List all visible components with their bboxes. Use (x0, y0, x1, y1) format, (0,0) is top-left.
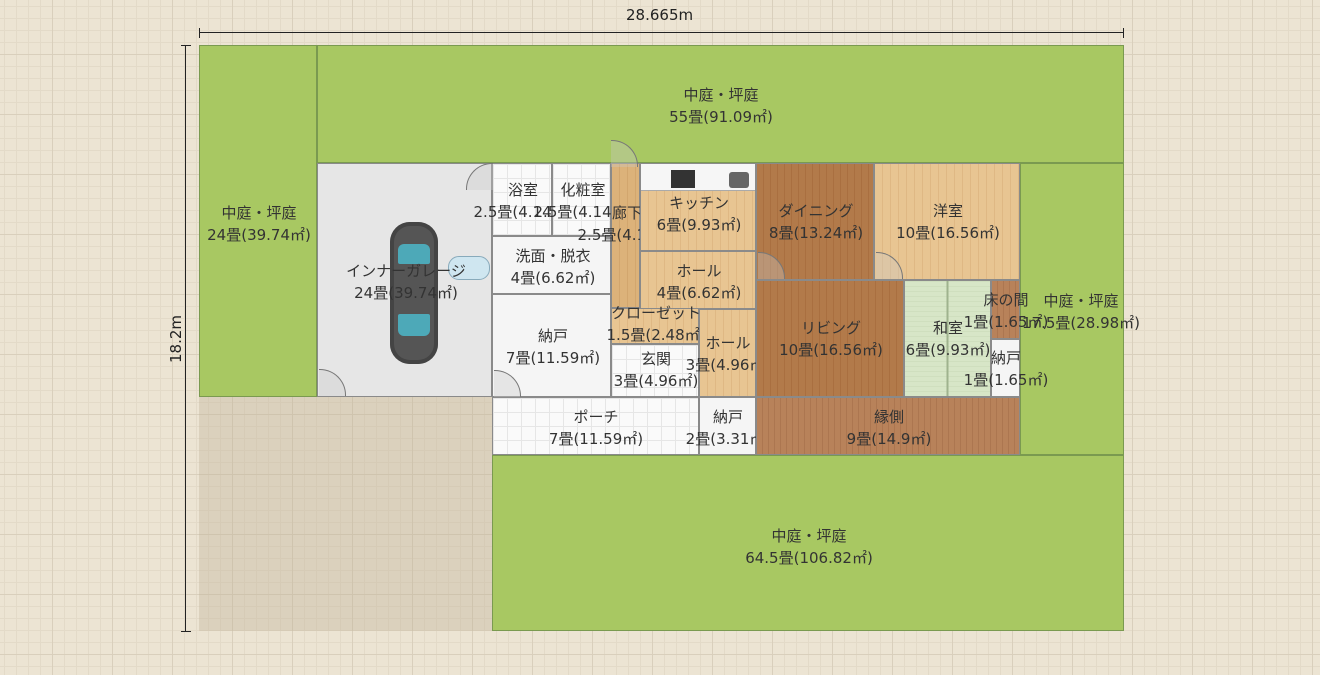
sink-icon (729, 172, 749, 188)
room-name: ポーチ (573, 408, 619, 426)
height-dimension-line (185, 45, 186, 632)
storage-room-3[interactable]: 納戸 2畳(3.31㎡) (686, 397, 770, 455)
corridor[interactable]: 廊下 2.5畳(4.14㎡) (578, 163, 676, 308)
height-dimension-tick-bottom (181, 631, 191, 632)
room-name: インナーガレージ (346, 262, 466, 280)
room-name: リビング (800, 319, 862, 337)
room-size: 6畳(9.93㎡) (656, 216, 742, 234)
room-name: 縁側 (873, 408, 904, 426)
room-name: 洋室 (932, 202, 964, 220)
room-name: 中庭・坪庭 (221, 204, 297, 222)
room-size: 1畳(1.65㎡) (963, 313, 1049, 331)
room-size: 8畳(13.24㎡) (768, 224, 864, 242)
width-dimension-tick-left (199, 28, 200, 38)
room-name: 納戸 (537, 327, 569, 345)
engawa[interactable]: 縁側 9畳(14.9㎡) (756, 397, 1020, 455)
room-size: 4畳(6.62㎡) (510, 269, 596, 287)
room-name: 中庭・坪庭 (683, 86, 759, 104)
room-size: 64.5畳(106.82㎡) (745, 549, 873, 567)
height-dimension-tick-top (181, 45, 191, 46)
room-name: ホール (676, 262, 722, 280)
courtyard-left[interactable]: 中庭・坪庭 24畳(39.74㎡) (199, 45, 317, 397)
room-name: 中庭・坪庭 (771, 527, 847, 545)
hall-1[interactable]: ホール 4畳(6.62㎡) (640, 251, 756, 309)
storage-room-2[interactable]: 納戸 1畳(1.65㎡) (964, 339, 1048, 397)
height-dimension-label: 18.2m (167, 314, 186, 364)
room-size: 10畳(16.56㎡) (896, 224, 1000, 242)
lot-shade (199, 397, 492, 631)
room-name: 納戸 (990, 349, 1021, 367)
room-name: キッチン (668, 194, 729, 212)
hall-2[interactable]: ホール 3畳(4.96㎡) (686, 309, 770, 397)
width-dimension-tick-right (1123, 28, 1124, 38)
living[interactable]: リビング 10畳(16.56㎡) (756, 280, 904, 397)
room-size: 55畳(91.09㎡) (669, 108, 773, 126)
room-size: 24畳(39.74㎡) (354, 284, 458, 302)
room-name: ダイニング (778, 202, 854, 220)
room-size: 1畳(1.65㎡) (963, 371, 1049, 389)
room-name: クローゼット (610, 304, 701, 322)
room-size: 7畳(11.59㎡) (548, 430, 644, 448)
room-size: 9畳(14.9㎡) (846, 430, 932, 448)
courtyard-top[interactable]: 中庭・坪庭 55畳(91.09㎡) (317, 45, 1124, 163)
width-dimension-line (199, 32, 1124, 33)
room-size: 4畳(6.62㎡) (656, 284, 742, 302)
room-size: 10畳(16.56㎡) (779, 341, 883, 359)
porch[interactable]: ポーチ 7畳(11.59㎡) (492, 397, 699, 455)
courtyard-bottom[interactable]: 中庭・坪庭 64.5畳(106.82㎡) (492, 455, 1124, 631)
room-name: 洗面・脱衣 (515, 247, 591, 265)
room-name: 床の間 (983, 291, 1029, 309)
tokonoma[interactable]: 床の間 1畳(1.65㎡) (964, 280, 1048, 339)
kitchen[interactable]: キッチン 6畳(9.93㎡) (640, 163, 756, 251)
room-size: 24畳(39.74㎡) (207, 226, 311, 244)
stove-icon (671, 170, 695, 188)
inner-garage[interactable]: インナーガレージ 24畳(39.74㎡) (317, 163, 492, 397)
width-dimension-label: 28.665m (626, 6, 694, 24)
room-size: 7畳(11.59㎡) (505, 349, 601, 367)
